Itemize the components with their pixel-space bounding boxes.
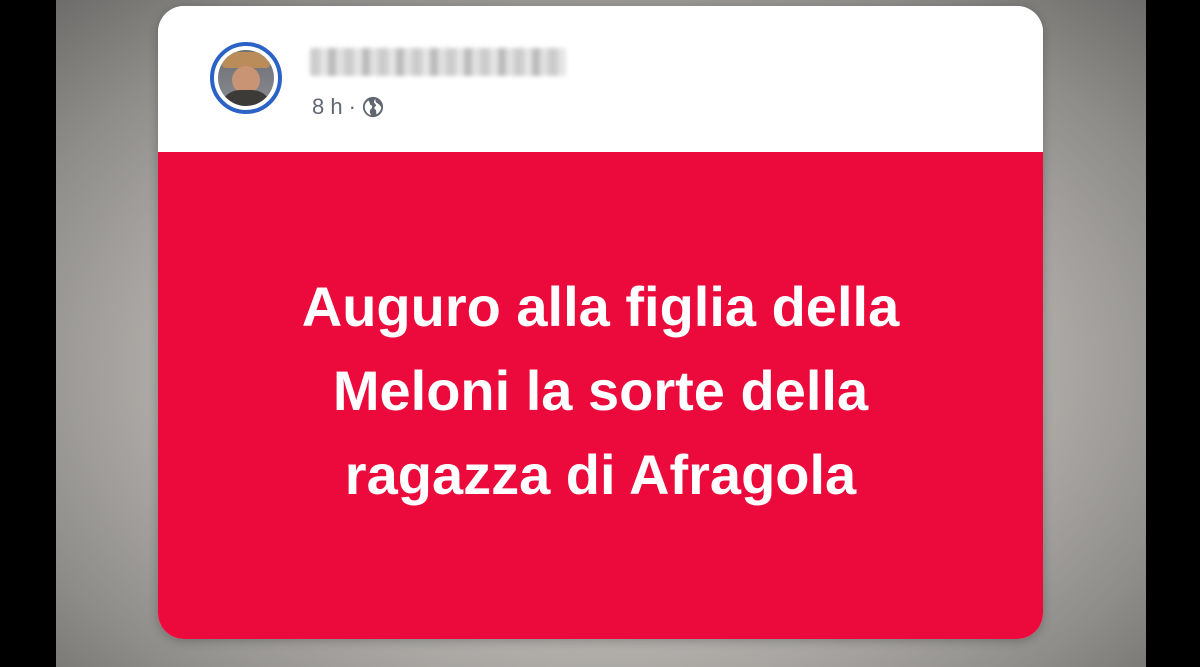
meta-separator: ·	[348, 94, 356, 119]
author-avatar[interactable]	[210, 42, 282, 114]
facebook-post-card: 8 h · Auguro alla figlia della Meloni la…	[158, 6, 1043, 639]
post-time[interactable]: 8 h	[312, 94, 343, 120]
post-background: Auguro alla figlia della Meloni la sorte…	[158, 152, 1043, 639]
avatar-image	[218, 50, 274, 106]
post-text: Auguro alla figlia della Meloni la sorte…	[301, 274, 900, 506]
globe-icon[interactable]	[362, 96, 384, 118]
post-header: 8 h ·	[158, 6, 1043, 152]
post-meta: 8 h ·	[312, 94, 384, 120]
author-name-blurred[interactable]	[310, 48, 566, 76]
